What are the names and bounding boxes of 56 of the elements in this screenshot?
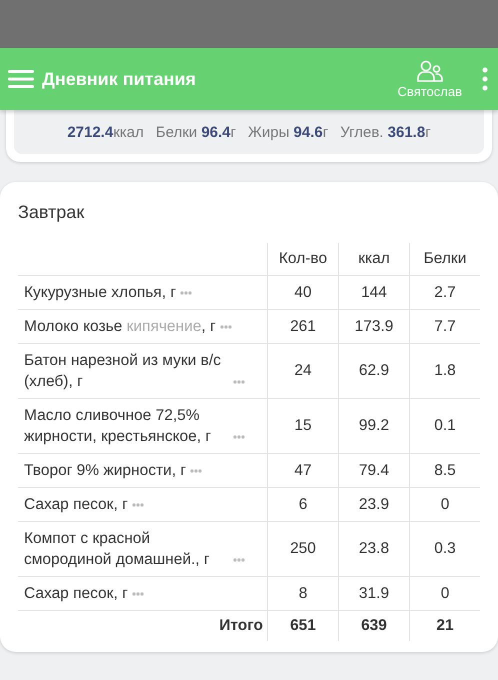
total-cell: 639 xyxy=(338,610,410,641)
table-cell: 0 xyxy=(410,576,480,610)
food-name[interactable]: Батон нарезной из муки в/с (хлеб), г xyxy=(24,350,229,392)
column-header: Белки xyxy=(410,243,480,276)
table-cell: 144 xyxy=(338,276,410,310)
table-cell: 0.1 xyxy=(410,398,480,454)
table-cell: 99.2 xyxy=(338,398,410,454)
table-cell: 79.4 xyxy=(338,454,410,488)
table-cell: 250 xyxy=(268,522,338,576)
nutrient-total: 2712.4ккал xyxy=(67,124,144,140)
more-icon[interactable] xyxy=(233,558,245,562)
more-icon[interactable] xyxy=(190,469,202,473)
table-cell: 23.9 xyxy=(338,488,410,522)
table-cell: 8 xyxy=(268,576,338,610)
table-cell: 15 xyxy=(268,398,338,454)
food-name[interactable]: Масло сливочное 72,5% жирности, крестьянское, г xyxy=(24,405,229,447)
nutrient-total: Белки 96.4г xyxy=(156,124,236,140)
total-cell: 651 xyxy=(268,610,338,641)
nutrient-total: Углев. 361.8г xyxy=(340,124,431,140)
table-cell: 1.8 xyxy=(410,344,480,398)
total-cell: 21 xyxy=(410,610,480,641)
table-cell: 31.9 xyxy=(338,576,410,610)
more-icon[interactable] xyxy=(233,435,245,439)
column-header: ккал xyxy=(338,243,410,276)
table-cell: 24 xyxy=(268,344,338,398)
table-cell: 173.9 xyxy=(338,310,410,344)
food-name[interactable]: Сахар песок, г xyxy=(24,494,128,515)
table-cell: 7.7 xyxy=(410,310,480,344)
more-icon[interactable] xyxy=(132,592,144,596)
more-icon[interactable] xyxy=(132,503,144,507)
more-icon[interactable] xyxy=(220,325,232,329)
table-cell: 0 xyxy=(410,488,480,522)
menu-icon[interactable] xyxy=(8,69,34,89)
table-cell: 6 xyxy=(268,488,338,522)
app-title: Дневник питания xyxy=(42,68,197,90)
column-header: Кол-во xyxy=(268,243,338,276)
people-icon[interactable] xyxy=(416,60,443,82)
meal-title: Завтрак xyxy=(18,202,86,223)
more-icon[interactable] xyxy=(482,67,488,91)
table-cell: 62.9 xyxy=(338,344,410,398)
table-cell: 40 xyxy=(268,276,338,310)
more-icon[interactable] xyxy=(180,291,192,295)
food-name[interactable]: Кукурузные хлопья, г xyxy=(24,282,176,303)
table-cell: 23.8 xyxy=(338,522,410,576)
total-label: Итого xyxy=(18,610,268,641)
table-cell: 8.5 xyxy=(410,454,480,488)
table-cell: 47 xyxy=(268,454,338,488)
table-cell: 261 xyxy=(268,310,338,344)
more-icon[interactable] xyxy=(233,380,245,384)
food-name[interactable]: Компот с красной смородиной домашней., г xyxy=(24,528,229,570)
food-name[interactable]: Творог 9% жирности, г xyxy=(24,460,186,481)
nutrient-total: Жиры 94.6г xyxy=(248,124,328,140)
food-name[interactable]: Молоко козье кипячение, г xyxy=(24,316,216,337)
table-cell: 2.7 xyxy=(410,276,480,310)
food-name[interactable]: Сахар песок, г xyxy=(24,583,128,604)
table-cell: 0.3 xyxy=(410,522,480,576)
